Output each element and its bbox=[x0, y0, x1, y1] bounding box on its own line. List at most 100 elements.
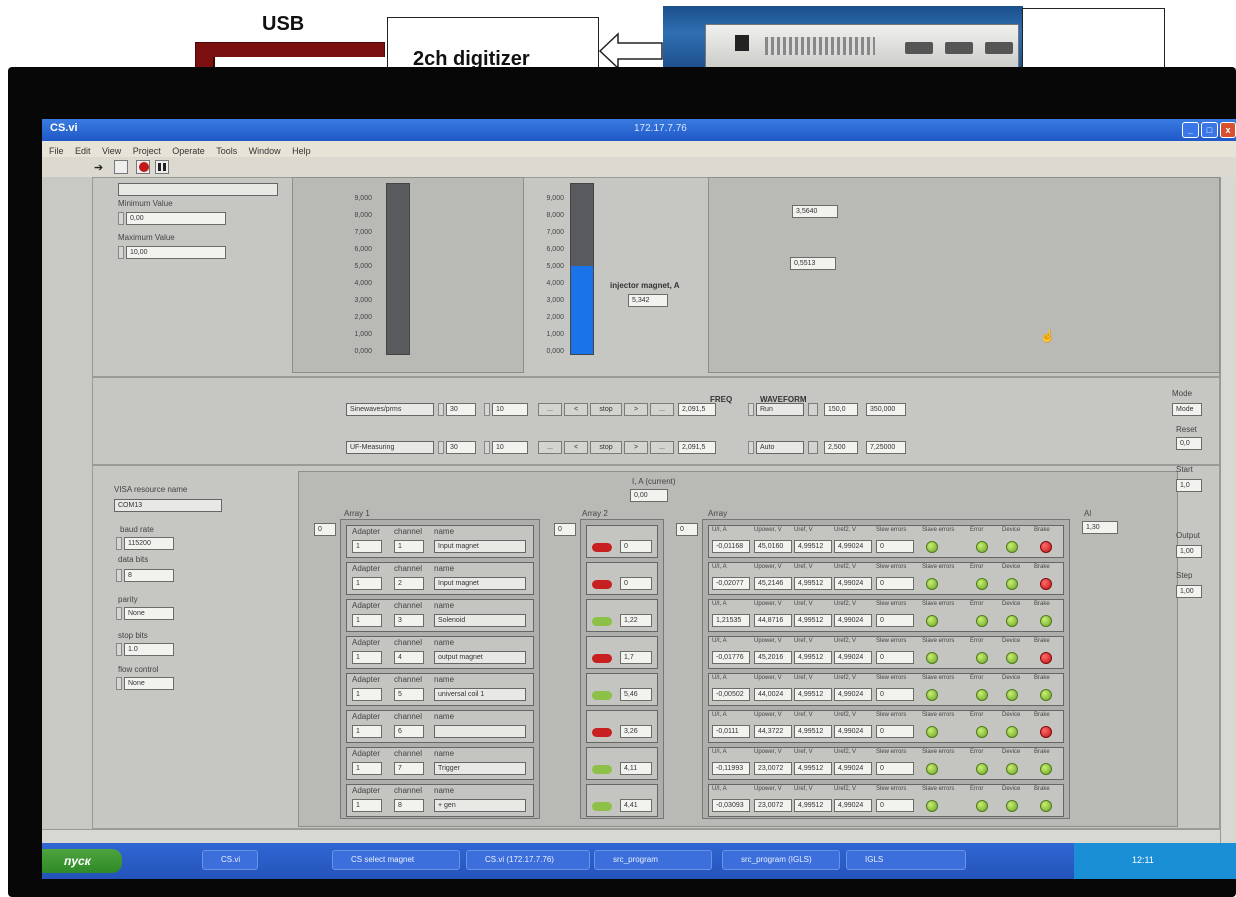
freq-field-2[interactable]: 2,091,5 bbox=[678, 441, 716, 454]
run-continuous-button[interactable] bbox=[114, 160, 128, 174]
baud-rate-stepper[interactable] bbox=[116, 537, 122, 550]
adapter-field[interactable]: 1 bbox=[352, 688, 382, 701]
enable-toggle[interactable] bbox=[592, 691, 612, 700]
n1-stepper-2[interactable] bbox=[438, 441, 444, 454]
enable-toggle[interactable] bbox=[592, 543, 612, 552]
magnet-name-ring[interactable]: output magnet bbox=[434, 651, 526, 664]
n2-field-1[interactable]: 10 bbox=[492, 403, 528, 416]
data-bits-field[interactable]: 8 bbox=[124, 569, 174, 582]
taskbar-item[interactable]: src_program bbox=[594, 850, 712, 870]
n2-stepper-2[interactable] bbox=[484, 441, 490, 454]
stop-button-2[interactable]: stop bbox=[590, 441, 622, 454]
next-button-2[interactable]: > bbox=[624, 441, 648, 454]
taskbar-item[interactable]: CS.vi (172.17.7.76) bbox=[466, 850, 590, 870]
current-setpoint-field[interactable]: 1,22 bbox=[620, 614, 652, 627]
menu-file[interactable]: File bbox=[49, 146, 64, 156]
far-right-field[interactable]: Mode bbox=[1172, 403, 1202, 416]
menu-tools[interactable]: Tools bbox=[216, 146, 237, 156]
n2-stepper-1[interactable] bbox=[484, 403, 490, 416]
gauge2-track[interactable] bbox=[570, 183, 594, 355]
parity-field[interactable]: None bbox=[124, 607, 174, 620]
channel-field[interactable]: 7 bbox=[394, 762, 424, 775]
menu-help[interactable]: Help bbox=[292, 146, 311, 156]
start-button[interactable]: пуск bbox=[42, 849, 122, 873]
waveform-stepper-2[interactable] bbox=[748, 441, 754, 454]
current-setpoint-field[interactable]: 4,11 bbox=[620, 762, 652, 775]
n1-field-2[interactable]: 30 bbox=[446, 441, 476, 454]
horizontal-scrollbar[interactable] bbox=[42, 829, 1220, 843]
source-dropdown[interactable] bbox=[118, 183, 278, 196]
channel-field[interactable]: 3 bbox=[394, 614, 424, 627]
enable-toggle[interactable] bbox=[592, 654, 612, 663]
adapter-field[interactable]: 1 bbox=[352, 651, 382, 664]
value-field-1b[interactable]: 350,000 bbox=[866, 403, 906, 416]
parity-stepper[interactable] bbox=[116, 607, 122, 620]
first-button-2[interactable]: ... bbox=[538, 441, 562, 454]
channel-field[interactable]: 1 bbox=[394, 540, 424, 553]
value-field-2a[interactable]: 2,500 bbox=[824, 441, 858, 454]
visa-resource-dropdown[interactable]: COM13 bbox=[114, 499, 222, 512]
first-button-1[interactable]: ... bbox=[538, 403, 562, 416]
n2-field-2[interactable]: 10 bbox=[492, 441, 528, 454]
magnet-name-ring[interactable]: Input magnet bbox=[434, 577, 526, 590]
magnet-name-ring[interactable]: + gen bbox=[434, 799, 526, 812]
current-setpoint-field[interactable]: 3,26 bbox=[620, 725, 652, 738]
run-arrow-icon[interactable]: ➔ bbox=[94, 161, 103, 174]
vertical-scrollbar[interactable] bbox=[1220, 177, 1236, 863]
waveform-ring-1[interactable]: Run bbox=[756, 403, 804, 416]
current-setpoint-field[interactable]: 4,41 bbox=[620, 799, 652, 812]
far-right-field[interactable]: 1,00 bbox=[1176, 545, 1202, 558]
taskbar-item[interactable]: CS.vi bbox=[202, 850, 258, 870]
magnet-name-ring[interactable]: Trigger bbox=[434, 762, 526, 775]
waveform-dropdown-1[interactable] bbox=[808, 403, 818, 416]
adapter-field[interactable]: 1 bbox=[352, 540, 382, 553]
waveform-stepper-1[interactable] bbox=[748, 403, 754, 416]
prev-button-2[interactable]: < bbox=[564, 441, 588, 454]
magnet-name-ring[interactable]: Input magnet bbox=[434, 540, 526, 553]
freq-field-1[interactable]: 2,091,5 bbox=[678, 403, 716, 416]
enable-toggle[interactable] bbox=[592, 580, 612, 589]
value-field-2b[interactable]: 7,25000 bbox=[866, 441, 906, 454]
taskbar-item[interactable]: src_program (IGLS) bbox=[722, 850, 840, 870]
array3-index[interactable]: 0 bbox=[676, 523, 698, 536]
magnet-name-ring[interactable]: universal coil 1 bbox=[434, 688, 526, 701]
array1-index[interactable]: 0 bbox=[314, 523, 336, 536]
channel-field[interactable]: 8 bbox=[394, 799, 424, 812]
far-right-field[interactable]: 1,00 bbox=[1176, 585, 1202, 598]
n1-stepper-1[interactable] bbox=[438, 403, 444, 416]
maximize-button[interactable]: □ bbox=[1201, 122, 1218, 138]
data-bits-stepper[interactable] bbox=[116, 569, 122, 582]
menu-view[interactable]: View bbox=[102, 146, 121, 156]
magnet-name-ring[interactable]: Solenoid bbox=[434, 614, 526, 627]
window-titlebar[interactable]: CS.vi 172.17.7.76 _ □ x bbox=[42, 119, 1236, 141]
max-value-field[interactable]: 10,00 bbox=[126, 246, 226, 259]
current-setpoint-field[interactable]: 5,46 bbox=[620, 688, 652, 701]
close-button[interactable]: x bbox=[1220, 122, 1236, 138]
menu-edit[interactable]: Edit bbox=[75, 146, 91, 156]
menu-window[interactable]: Window bbox=[249, 146, 281, 156]
adapter-field[interactable]: 1 bbox=[352, 799, 382, 812]
menu-operate[interactable]: Operate bbox=[172, 146, 205, 156]
min-value-stepper[interactable] bbox=[118, 212, 124, 225]
enable-toggle[interactable] bbox=[592, 617, 612, 626]
max-value-stepper[interactable] bbox=[118, 246, 124, 259]
mode-ring-1[interactable]: Sinewaves/prms bbox=[346, 403, 434, 416]
far-right-field[interactable]: 0,0 bbox=[1176, 437, 1202, 450]
far-right-field[interactable]: 1,0 bbox=[1176, 479, 1202, 492]
adapter-field[interactable]: 1 bbox=[352, 762, 382, 775]
channel-field[interactable]: 5 bbox=[394, 688, 424, 701]
gauge1-track[interactable] bbox=[386, 183, 410, 355]
adapter-field[interactable]: 1 bbox=[352, 577, 382, 590]
stop-icon[interactable] bbox=[139, 162, 149, 172]
taskbar-item[interactable]: CS select magnet bbox=[332, 850, 460, 870]
taskbar-item[interactable]: IGLS bbox=[846, 850, 966, 870]
last-button-2[interactable]: ... bbox=[650, 441, 674, 454]
stop-bits-field[interactable]: 1.0 bbox=[124, 643, 174, 656]
waveform-ring-2[interactable]: Auto bbox=[756, 441, 804, 454]
enable-toggle[interactable] bbox=[592, 802, 612, 811]
array2-index[interactable]: 0 bbox=[554, 523, 576, 536]
flow-control-stepper[interactable] bbox=[116, 677, 122, 690]
channel-field[interactable]: 6 bbox=[394, 725, 424, 738]
min-value-field[interactable]: 0,00 bbox=[126, 212, 226, 225]
waveform-dropdown-2[interactable] bbox=[808, 441, 818, 454]
